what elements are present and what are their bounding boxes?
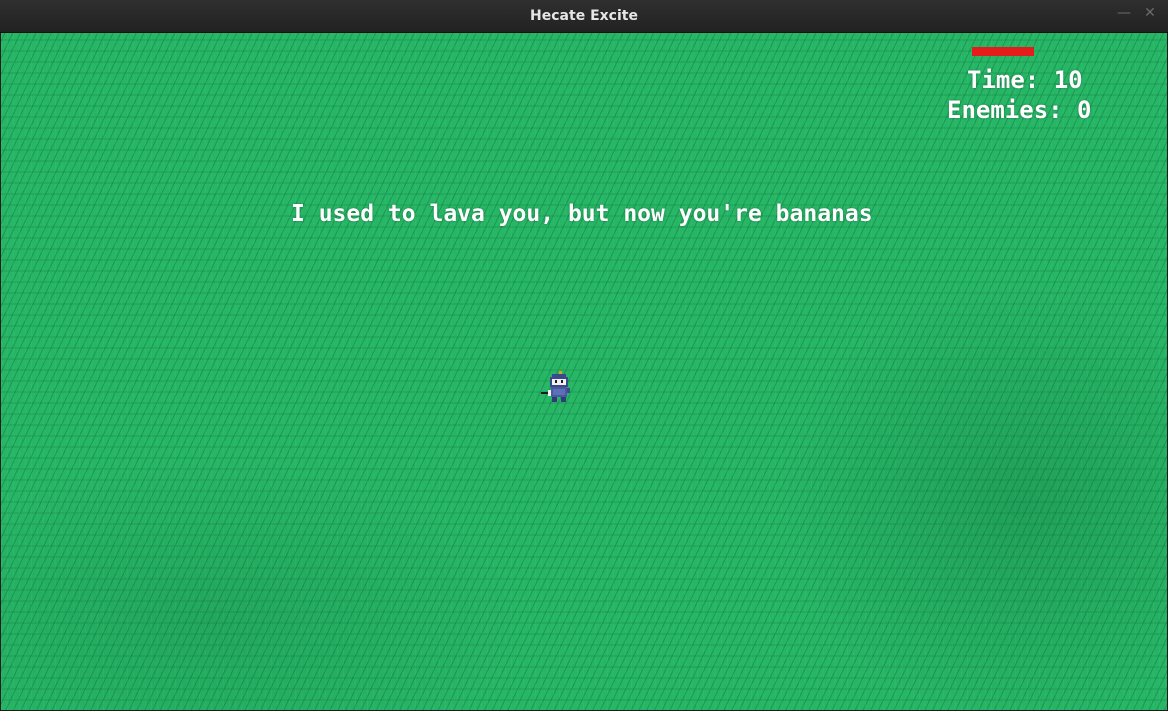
enemies-counter: Enemies: 0: [947, 96, 1092, 124]
health-bar: [972, 47, 1034, 56]
window-title: Hecate Excite: [530, 8, 638, 24]
minimize-button[interactable]: —: [1114, 4, 1134, 24]
game-message: I used to lava you, but now you're banan…: [291, 201, 873, 227]
game-canvas[interactable]: Time: 10 Enemies: 0 I used to lava you, …: [1, 33, 1167, 710]
health-bar-fill: [972, 47, 1034, 56]
time-counter: Time: 10: [967, 66, 1083, 94]
grass-shadow: [781, 283, 1167, 710]
knight-sprite-icon: [541, 371, 570, 402]
game-window: Hecate Excite — ✕ Time: 10 Enemies: 0 I …: [0, 0, 1168, 711]
grass-shadow-left: [1, 463, 521, 710]
close-button[interactable]: ✕: [1140, 4, 1160, 24]
title-bar[interactable]: Hecate Excite — ✕: [0, 0, 1168, 33]
